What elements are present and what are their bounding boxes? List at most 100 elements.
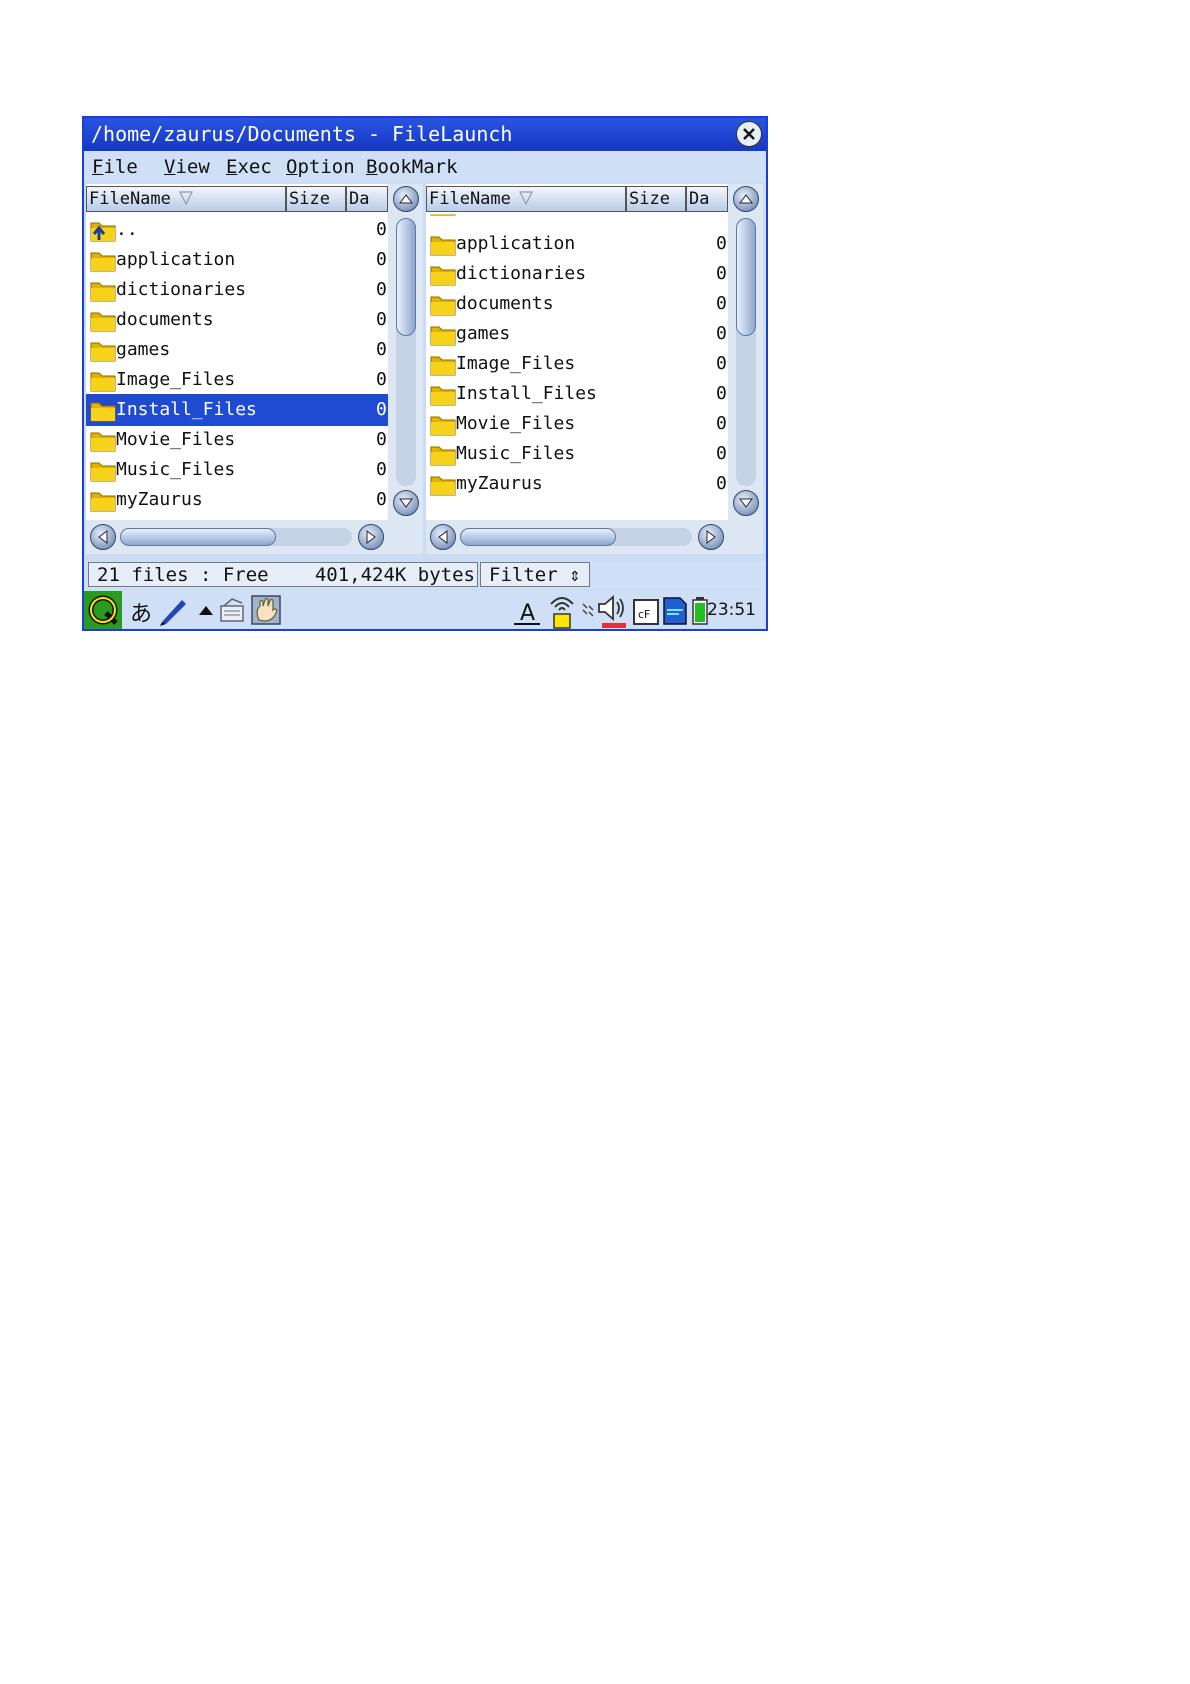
- vertical-scroll-thumb[interactable]: [736, 218, 756, 336]
- speaker-icon[interactable]: [596, 592, 628, 630]
- scroll-left-button[interactable]: [430, 524, 456, 550]
- chevron-down-icon: [739, 498, 753, 508]
- battery-icon[interactable]: [692, 596, 708, 626]
- file-row[interactable]: .. 0!: [86, 214, 388, 246]
- file-list: ..0!application0!dictionaries0!documents…: [86, 214, 388, 520]
- chevron-left-icon: [98, 530, 108, 544]
- cf-card-icon[interactable]: cF: [632, 598, 660, 626]
- folder-icon: [90, 252, 116, 272]
- scroll-corner: [388, 520, 423, 554]
- folder-icon: [90, 282, 116, 302]
- scroll-corner: [728, 520, 763, 554]
- menu-label-rest: ookMark: [377, 156, 458, 178]
- taskbar: あ A cF 23:51: [84, 590, 766, 630]
- file-row[interactable]: Music_Files 0!: [86, 454, 388, 486]
- file-date: 0!: [716, 443, 728, 464]
- file-row[interactable]: Movie_Files 0!: [426, 408, 728, 440]
- folder-icon: [430, 446, 456, 466]
- folder-icon: [430, 476, 456, 496]
- wireless-icon[interactable]: [546, 592, 578, 630]
- folder-icon: [90, 312, 116, 332]
- scroll-up-button[interactable]: [733, 186, 759, 212]
- file-name: games: [116, 339, 171, 360]
- hand-icon[interactable]: [250, 594, 282, 626]
- vertical-scroll-thumb[interactable]: [396, 218, 416, 336]
- scroll-down-button[interactable]: [733, 490, 759, 516]
- chevron-right-icon: [366, 530, 376, 544]
- file-date: 0!: [376, 429, 388, 450]
- file-date: 0!: [376, 309, 388, 330]
- notes-icon[interactable]: [218, 596, 246, 624]
- file-date: 0!: [376, 489, 388, 510]
- file-row[interactable]: games 0!: [426, 318, 728, 350]
- up-arrow-icon[interactable]: [198, 604, 214, 616]
- file-name: Movie_Files: [456, 413, 576, 434]
- file-row[interactable]: games 0!: [86, 334, 388, 366]
- file-name: Image_Files: [116, 369, 236, 390]
- file-row[interactable]: documents 0!: [426, 288, 728, 320]
- file-row[interactable]: application 0!: [426, 228, 728, 260]
- file-row[interactable]: Music_Files 0!: [426, 438, 728, 470]
- column-header-da[interactable]: Da: [686, 186, 728, 212]
- vertical-scrollbar[interactable]: [728, 184, 763, 520]
- right-file-pane: FileNameSizeDa..0application0!dictionari…: [426, 184, 763, 554]
- file-row[interactable]: Install_Files 0!: [86, 394, 388, 426]
- title-bar: /home/zaurus/Documents - FileLaunch: [84, 118, 766, 151]
- file-date: 0!: [716, 323, 728, 344]
- sd-card-icon[interactable]: [662, 596, 688, 626]
- file-row[interactable]: Image_Files 0!: [86, 364, 388, 396]
- column-header-size[interactable]: Size: [286, 186, 346, 212]
- pen-icon[interactable]: [158, 596, 188, 626]
- file-row[interactable]: myZaurus 0!: [86, 484, 388, 516]
- file-date: 0!: [376, 369, 388, 390]
- file-row[interactable]: dictionaries 0!: [86, 274, 388, 306]
- menu-label-rest: ile: [103, 156, 138, 178]
- horizontal-scroll-thumb[interactable]: [120, 528, 276, 546]
- file-name: documents: [116, 309, 214, 330]
- menu-option[interactable]: Option: [286, 156, 355, 178]
- scroll-up-button[interactable]: [393, 186, 419, 212]
- font-icon[interactable]: A: [512, 596, 542, 626]
- vertical-scrollbar[interactable]: [388, 184, 423, 520]
- folder-icon: [90, 492, 116, 512]
- file-name: Music_Files: [116, 459, 236, 480]
- q-menu-icon[interactable]: [84, 591, 122, 629]
- file-row[interactable]: Movie_Files 0!: [86, 424, 388, 456]
- file-date: 0!: [376, 339, 388, 360]
- chevron-up-icon: [739, 194, 753, 204]
- column-header-size[interactable]: Size: [626, 186, 686, 212]
- file-list: ..0application0!dictionaries0!documents0…: [426, 214, 728, 520]
- file-row[interactable]: dictionaries 0!: [426, 258, 728, 290]
- folder-icon: [90, 402, 116, 422]
- menu-view[interactable]: View: [164, 156, 210, 178]
- file-name: application: [116, 249, 236, 270]
- file-date: 0!: [716, 383, 728, 404]
- scroll-down-button[interactable]: [393, 490, 419, 516]
- filter-select[interactable]: Filter ⇕: [480, 562, 590, 587]
- menu-file[interactable]: File: [92, 156, 138, 178]
- file-row[interactable]: documents 0!: [86, 304, 388, 336]
- irda-icon[interactable]: [580, 598, 596, 622]
- file-row[interactable]: Image_Files 0!: [426, 348, 728, 380]
- file-row[interactable]: myZaurus 0!: [426, 468, 728, 500]
- horizontal-scrollbar[interactable]: [426, 520, 728, 554]
- close-button[interactable]: [736, 121, 762, 147]
- scroll-right-button[interactable]: [358, 524, 384, 550]
- column-header-da[interactable]: Da: [346, 186, 388, 212]
- scroll-left-button[interactable]: [90, 524, 116, 550]
- japanese-input-icon[interactable]: あ: [130, 596, 152, 628]
- folder-icon: [90, 342, 116, 362]
- folder-icon: [90, 462, 116, 482]
- horizontal-scrollbar[interactable]: [86, 520, 388, 554]
- menu-bookmark[interactable]: BookMark: [366, 156, 458, 178]
- file-row[interactable]: Install_Files 0!: [426, 378, 728, 410]
- horizontal-scroll-thumb[interactable]: [460, 528, 616, 546]
- menu-mnemonic: V: [164, 156, 176, 178]
- scroll-right-button[interactable]: [698, 524, 724, 550]
- file-name: Install_Files: [116, 399, 257, 420]
- file-row[interactable]: application 0!: [86, 244, 388, 276]
- menu-exec[interactable]: Exec: [226, 156, 272, 178]
- file-date: 0!: [376, 399, 388, 420]
- menu-mnemonic: O: [286, 156, 298, 178]
- filelaunch-window: /home/zaurus/Documents - FileLaunch File…: [82, 116, 768, 631]
